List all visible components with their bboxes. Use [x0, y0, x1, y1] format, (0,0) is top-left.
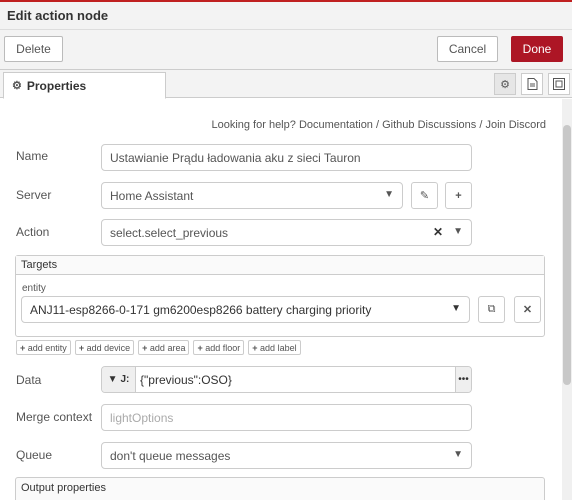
data-input-value: {"previous":OSO} — [140, 372, 232, 387]
button-row: Delete Cancel Done — [0, 30, 572, 70]
clear-icon[interactable]: ✕ — [433, 225, 443, 239]
queue-label: Queue — [16, 448, 53, 462]
chevron-down-icon: ▼ — [453, 449, 463, 460]
entity-select-value: ANJ11-esp8266-0-171 gm6200esp8266 batter… — [30, 302, 372, 317]
plus-icon: + — [142, 342, 148, 353]
server-select[interactable]: Home Assistant ▼ — [101, 182, 403, 209]
chevron-down-icon: ▼ — [384, 189, 394, 200]
action-select[interactable]: select.select_previous ✕ ▼ — [101, 219, 472, 246]
chip-label: add device — [86, 342, 131, 353]
merge-context-placeholder: lightOptions — [110, 410, 174, 425]
add-floor-chip[interactable]: + add floor — [193, 340, 245, 355]
action-select-value: select.select_previous — [110, 225, 229, 240]
scrollbar-thumb[interactable] — [563, 125, 571, 385]
pencil-icon: ✎ — [419, 190, 430, 202]
entity-label: entity — [22, 283, 46, 294]
queue-select-value: don't queue messages — [110, 448, 231, 463]
dialog-title: Edit action node — [7, 8, 109, 23]
remove-entity-button[interactable]: ✕ — [514, 296, 541, 323]
properties-panel: Looking for help? Documentation / Github… — [0, 99, 572, 500]
action-label: Action — [16, 225, 50, 239]
chip-label: add area — [149, 342, 186, 353]
add-label-chip[interactable]: + add label — [248, 340, 301, 355]
data-input[interactable]: ▼ J: {"previous":OSO} ••• — [101, 366, 472, 393]
copy-entity-button[interactable]: ⧉ — [478, 296, 505, 323]
help-prefix: Looking for help? — [211, 119, 296, 131]
frame-icon — [553, 78, 565, 90]
close-icon: ✕ — [522, 304, 533, 316]
data-label: Data — [16, 373, 42, 387]
delete-button[interactable]: Delete — [4, 36, 63, 62]
target-chips: + add entity + add device + add area + a… — [16, 340, 301, 355]
join-discord-link[interactable]: Join Discord — [485, 119, 546, 131]
expand-editor-button[interactable]: ••• — [455, 367, 471, 392]
chip-label: add label — [260, 342, 297, 353]
gear-icon: ⚙ — [12, 80, 22, 92]
plus-icon: + — [455, 189, 462, 202]
name-input-value: Ustawianie Prądu ładowania aku z sieci T… — [110, 150, 361, 165]
server-select-value: Home Assistant — [110, 188, 194, 203]
github-discussions-link[interactable]: Github Discussions — [382, 119, 476, 131]
documentation-link[interactable]: Documentation — [299, 119, 373, 131]
plus-icon: + — [78, 342, 85, 353]
document-icon — [527, 78, 537, 90]
chip-label: add floor — [205, 342, 241, 353]
merge-context-input[interactable]: lightOptions — [101, 404, 472, 431]
tab-properties[interactable]: ⚙ Properties — [3, 72, 166, 99]
plus-icon: + — [252, 342, 258, 353]
output-properties-header: Output properties — [21, 482, 106, 494]
add-device-chip[interactable]: + add device — [74, 340, 135, 355]
entity-select[interactable]: ANJ11-esp8266-0-171 gm6200esp8266 batter… — [21, 296, 470, 323]
data-type-select[interactable]: ▼ J: — [102, 367, 136, 392]
ellipsis-icon: ••• — [458, 374, 469, 385]
chevron-down-icon: ▼ — [451, 303, 461, 314]
title-bar: Edit action node — [0, 0, 572, 30]
name-input[interactable]: Ustawianie Prądu ładowania aku z sieci T… — [101, 144, 472, 171]
gear-icon: ⚙ — [500, 78, 510, 91]
scrollbar[interactable] — [562, 99, 572, 500]
tab-row: ⚙ Properties ⚙ — [0, 70, 572, 99]
chevron-down-icon: ▼ — [453, 226, 463, 237]
plus-icon: + — [20, 342, 26, 353]
targets-header: Targets — [16, 256, 544, 275]
tab-properties-label: Properties — [26, 78, 87, 93]
output-properties-panel: Output properties — [15, 477, 545, 500]
copy-icon: ⧉ — [487, 303, 496, 315]
json-type-glyph: J: — [120, 374, 130, 385]
edit-server-button[interactable]: ✎ — [411, 182, 438, 209]
plus-icon: + — [197, 342, 203, 353]
add-server-button[interactable]: + — [445, 182, 472, 209]
help-separator: / — [376, 119, 380, 131]
cancel-button[interactable]: Cancel — [437, 36, 498, 62]
queue-select[interactable]: don't queue messages ▼ — [101, 442, 472, 469]
help-links: Looking for help? Documentation / Github… — [211, 119, 546, 131]
chip-label: add entity — [27, 342, 67, 353]
done-button[interactable]: Done — [511, 36, 563, 62]
add-area-chip[interactable]: + add area — [138, 340, 190, 355]
server-label: Server — [16, 188, 52, 202]
description-tab-button[interactable] — [521, 73, 543, 95]
help-separator: / — [479, 119, 483, 131]
appearance-tab-button[interactable] — [548, 73, 570, 95]
merge-context-label: Merge context — [16, 410, 93, 424]
add-entity-chip[interactable]: + add entity — [16, 340, 71, 355]
name-label: Name — [16, 149, 49, 163]
targets-panel: Targets entity ANJ11-esp8266-0-171 gm620… — [15, 255, 545, 337]
caret-down-icon: ▼ — [107, 374, 118, 385]
settings-tab-button[interactable]: ⚙ — [494, 73, 516, 95]
